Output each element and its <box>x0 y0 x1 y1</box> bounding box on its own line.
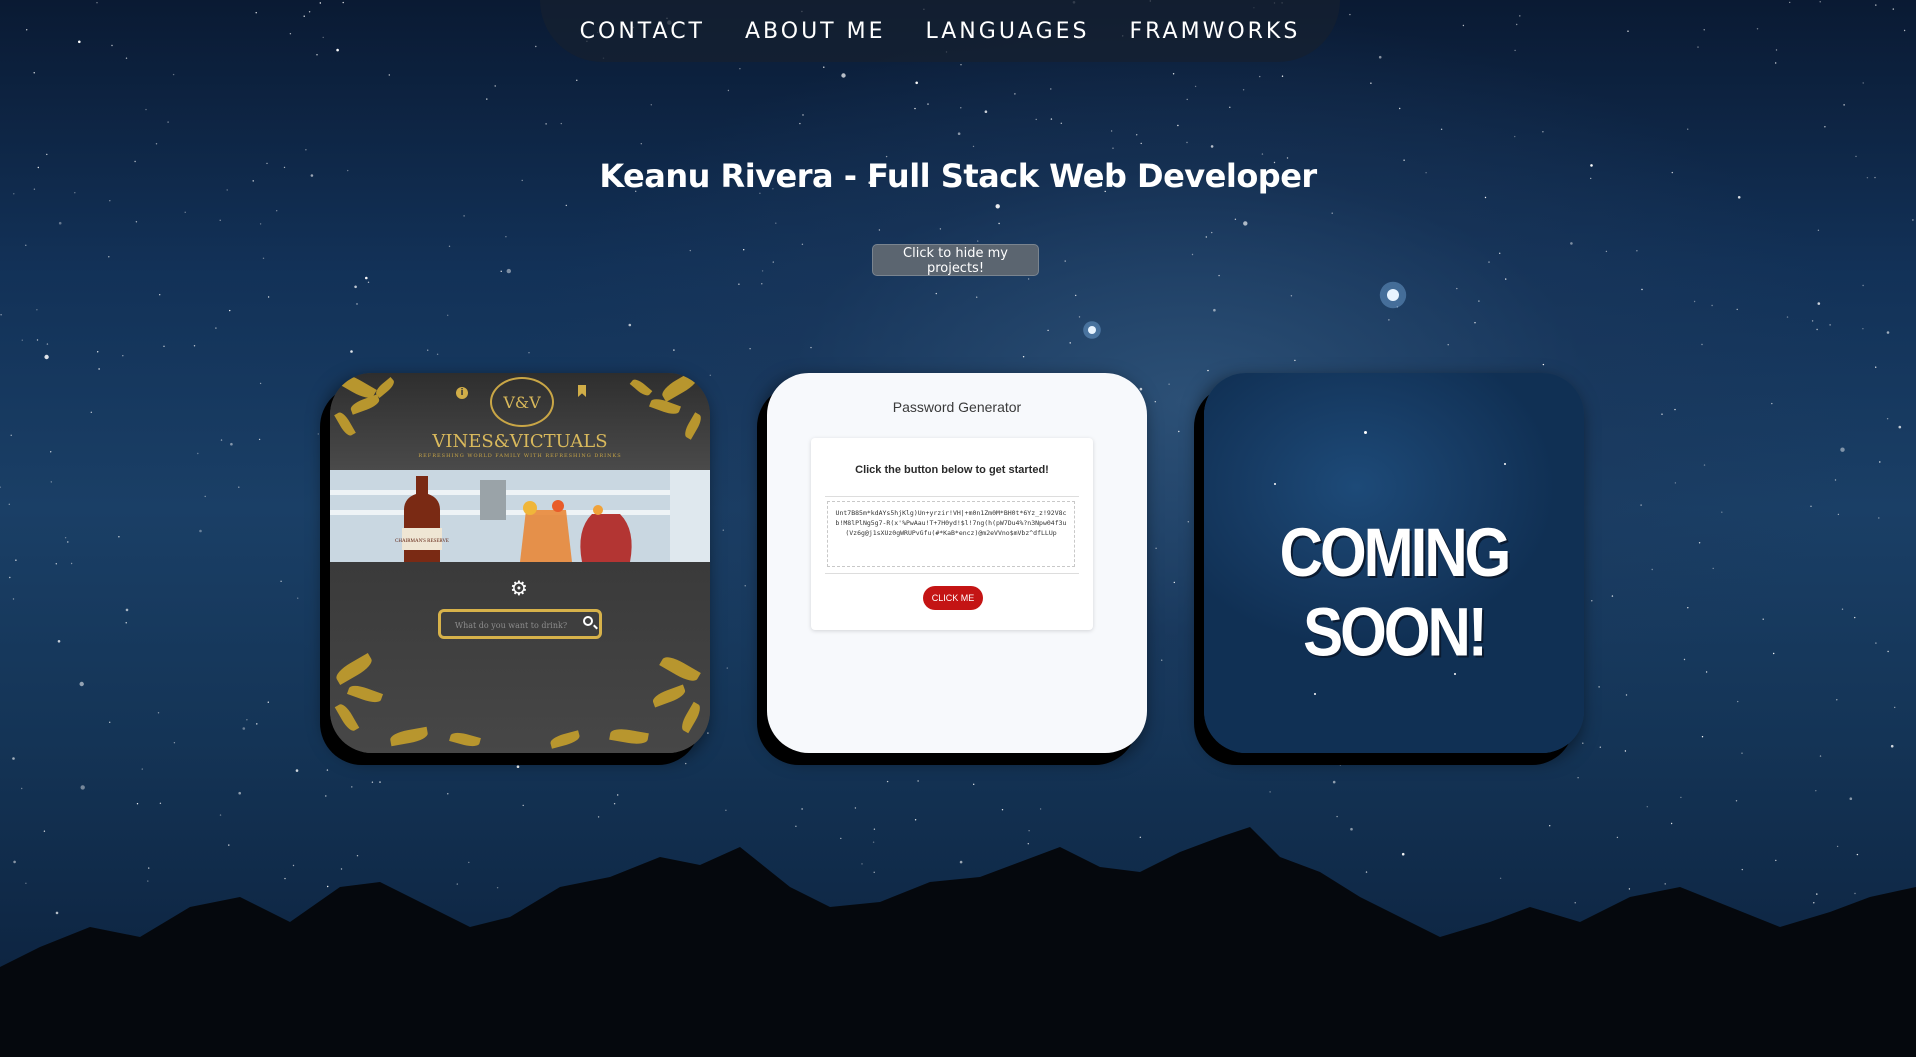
search-icon[interactable] <box>583 616 593 626</box>
vines-and-victuals-preview[interactable]: i V&V VINES&VICTUALS REFRESHING WORLD FA… <box>330 373 710 753</box>
project-card-coming-soon: COMING SOON! <box>1204 373 1584 753</box>
coming-soon-preview[interactable]: COMING SOON! <box>1204 373 1584 753</box>
bookmark-icon[interactable] <box>578 385 586 397</box>
generated-password: Unt7B85m*kdAYs5hjKlg)Un+yrzir!VH|+m0n1Zm… <box>827 501 1075 567</box>
nav-about-me[interactable]: ABOUT ME <box>745 19 886 44</box>
vines-logo: V&V <box>490 377 554 427</box>
top-navigation: CONTACT ABOUT ME LANGUAGES FRAMWORKS <box>540 0 1340 62</box>
nav-contact[interactable]: CONTACT <box>580 19 705 44</box>
bottle-label: CHAIRMAN'S RESERVE <box>395 539 449 544</box>
gear-icon[interactable]: ⚙ <box>508 577 530 599</box>
vines-brand-name: VINES&VICTUALS <box>432 431 608 452</box>
mountain-silhouette <box>0 827 1916 1057</box>
project-card-vines-and-victuals: i V&V VINES&VICTUALS REFRESHING WORLD FA… <box>330 373 710 753</box>
drinks-photo: CHAIRMAN'S RESERVE <box>330 470 710 562</box>
password-output: Unt7B85m*kdAYs5hjKlg)Un+yrzir!VH|+m0n1Zm… <box>825 496 1079 574</box>
password-generator-title: Password Generator <box>892 399 1022 415</box>
info-icon[interactable]: i <box>456 387 468 399</box>
password-generator-preview[interactable]: Password Generator Click the button belo… <box>767 373 1147 753</box>
hide-projects-button[interactable]: Click to hide my projects! <box>872 244 1039 276</box>
password-panel: Click the button below to get started! U… <box>811 438 1093 630</box>
vines-header: i V&V VINES&VICTUALS REFRESHING WORLD FA… <box>330 373 710 470</box>
project-card-password-generator: Password Generator Click the button belo… <box>767 373 1147 753</box>
drink-search-box <box>438 609 602 639</box>
password-prompt: Click the button below to get started! <box>855 464 1049 476</box>
page-title: Keanu Rivera - Full Stack Web Developer <box>599 157 1317 196</box>
generate-password-button[interactable]: CLICK ME <box>923 586 983 610</box>
drink-search-input[interactable] <box>445 614 577 636</box>
nav-frameworks[interactable]: FRAMWORKS <box>1130 19 1301 44</box>
vines-tagline: REFRESHING WORLD FAMILY WITH REFRESHING … <box>418 453 622 459</box>
coming-soon-label: COMING SOON! <box>1279 513 1512 671</box>
nav-languages[interactable]: LANGUAGES <box>926 19 1090 44</box>
